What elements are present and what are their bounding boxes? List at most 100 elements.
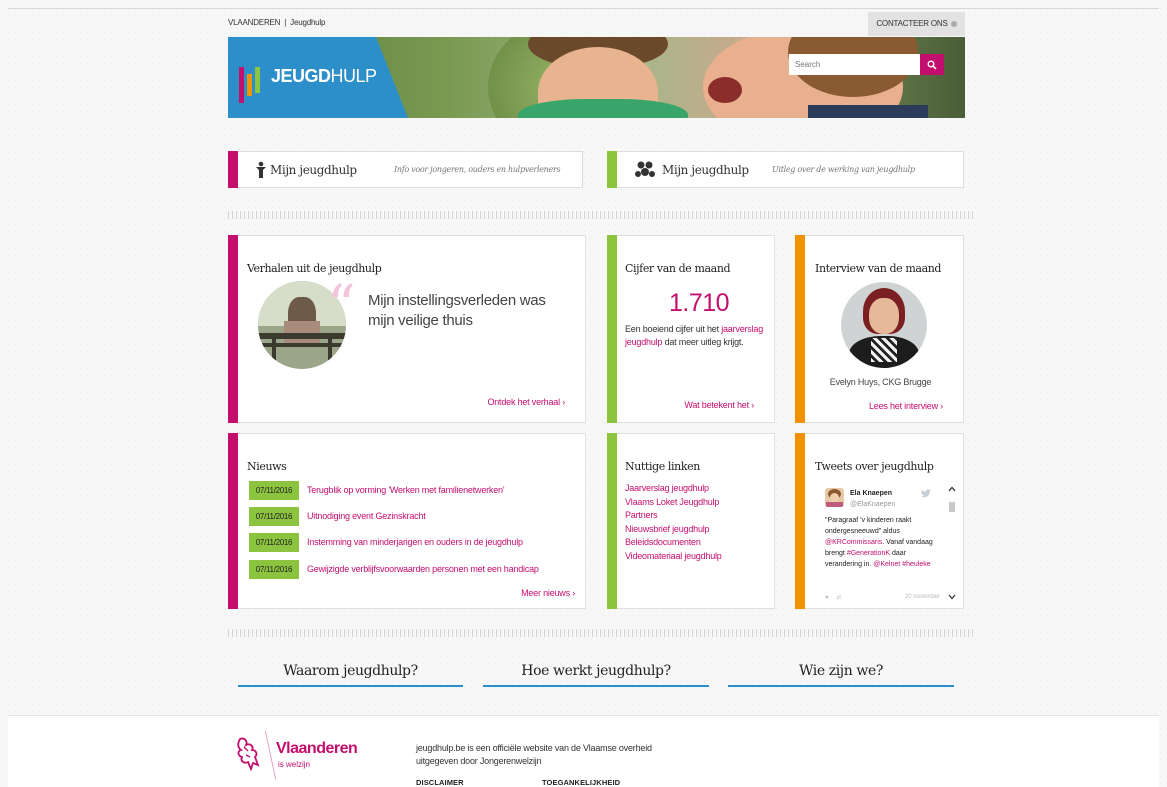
news-title[interactable]: Instemming van minderjarigen en ouders i… (307, 537, 523, 547)
card-title: Verhalen uit de jeugdhulp (247, 262, 382, 275)
news-title[interactable]: Terugblik op vorming 'Werken met familie… (307, 485, 505, 495)
promo-desc: Uitleg over de werking van jeugdhulp (772, 165, 915, 174)
tweet-date[interactable]: 20 november (905, 594, 940, 600)
search-button[interactable] (920, 54, 944, 75)
person-icon (256, 161, 266, 178)
accessibility-link[interactable]: TOEGANKELIJKHEID (542, 778, 620, 787)
card-accent (607, 433, 617, 609)
tweet-hashtag[interactable]: #GenerationK (847, 550, 890, 557)
search-form (789, 54, 944, 75)
useful-link[interactable]: Videomateriaal jeugdhulp (625, 550, 722, 564)
tweet-author[interactable]: Ela Knaepen (850, 490, 892, 497)
footer-info: jeugdhulp.be is een officiële website va… (416, 743, 652, 766)
breadcrumb-home[interactable]: VLAANDEREN (228, 18, 280, 27)
card-accent (607, 235, 617, 423)
news-date: 07/11/2016 (249, 507, 299, 526)
card-cijfer: Cijfer van de maand 1.710 Een boeiend ci… (607, 235, 775, 423)
card-accent (795, 433, 805, 609)
heart-icon[interactable]: ♥ (825, 595, 829, 601)
card-title: Nuttige linken (625, 460, 700, 473)
breadcrumb: VLAANDEREN | Jeugdhulp (228, 18, 325, 27)
search-icon (927, 60, 937, 70)
interview-caption: Evelyn Huys, CKG Brugge (829, 377, 932, 387)
useful-link[interactable]: Vlaams Loket Jeugdhulp (625, 496, 722, 510)
divider-stitch (228, 629, 973, 637)
scrollbar-thumb[interactable] (949, 502, 955, 512)
figure-description: Een boeiend cijfer uit het jaarverslag j… (625, 324, 764, 347)
retweet-icon[interactable]: ⇄ (836, 595, 841, 601)
disclaimer-link[interactable]: DISCLAIMER (416, 778, 464, 787)
logo-text: JEUGDHULP (271, 66, 377, 86)
card-title: Tweets over jeugdhulp (815, 460, 934, 473)
card-title: Nieuws (247, 460, 287, 473)
promo-desc: Info voor jongeren, ouders en hulpverlen… (394, 165, 561, 174)
breadcrumb-current[interactable]: Jeugdhulp (290, 18, 325, 27)
useful-link[interactable]: Jaarverslag jeugdhulp (625, 482, 722, 496)
top-divider (8, 8, 1159, 9)
vlaanderen-tagline: is welzijn (278, 760, 311, 769)
news-title[interactable]: Uitnodiging event Gezinskracht (307, 511, 426, 521)
useful-link[interactable]: Partners (625, 509, 722, 523)
tweet-avatar[interactable] (825, 488, 844, 507)
news-title[interactable]: Gewijzigde verblijfsvoorwaarden personen… (307, 564, 539, 574)
divider-stitch (228, 211, 973, 219)
header-banner: JEUGDHULP (228, 37, 965, 118)
link-wie-zijn-we[interactable]: Wie zijn we? (728, 663, 954, 687)
tweet-mention[interactable]: @KRCommissaris (825, 539, 882, 546)
link-hoe-werkt[interactable]: Hoe werkt jeugdhulp? (483, 663, 709, 687)
tweet-handle[interactable]: @ElaKnaepen (850, 501, 895, 508)
interview-link[interactable]: Lees het interview › (869, 401, 943, 411)
banner-photo-child-2-shirt (808, 105, 928, 118)
story-link[interactable]: Ontdek het verhaal › (487, 397, 565, 407)
banner-photo-child-1-shirt (518, 99, 688, 118)
news-date: 07/11/2016 (249, 560, 299, 579)
twitter-timeline[interactable]: Ela Knaepen @ElaKnaepen "Paragraaf 'v ki… (819, 480, 961, 610)
figure-number: 1.710 (669, 289, 730, 317)
logo-bar (247, 74, 252, 96)
promo-accent (607, 151, 617, 188)
chevron-down-icon[interactable] (948, 594, 956, 600)
vlaanderen-lion-icon[interactable] (234, 735, 264, 771)
card-accent (228, 235, 238, 423)
contact-label: CONTACTEER ONS (876, 19, 948, 28)
quote-icon: “ (327, 274, 356, 339)
tweet-hashtag[interactable]: #heuleke (902, 561, 930, 568)
useful-link[interactable]: Nieuwsbrief jeugdhulp (625, 523, 722, 537)
more-news-link[interactable]: Meer nieuws › (521, 588, 575, 598)
card-title: Cijfer van de maand (625, 262, 731, 275)
card-interview: Interview van de maand Evelyn Huys, CKG … (795, 235, 964, 423)
useful-link[interactable]: Beleidsdocumenten (625, 536, 722, 550)
promo-accent (228, 151, 238, 188)
twitter-bird-icon (921, 489, 931, 498)
promo-title: Mijn jeugdhulp (662, 163, 749, 177)
logo-panel[interactable]: JEUGDHULP (228, 37, 408, 118)
top-bar: VLAANDEREN | Jeugdhulp CONTACTEER ONS (228, 12, 965, 36)
timeline-scrollbar[interactable] (947, 486, 957, 606)
tweet-mention[interactable]: @Kelnet (873, 561, 900, 568)
card-tweets: Tweets over jeugdhulp Ela Knaepen @ElaKn… (795, 433, 964, 609)
promo-title: Mijn jeugdhulp (270, 163, 357, 177)
footer: Vlaanderen is welzijn jeugdhulp.be is ee… (8, 715, 1159, 787)
card-nieuws: Nieuws 07/11/2016 Terugblik op vorming '… (228, 433, 586, 609)
promo-mijn-jeugdhulp-2[interactable]: Mijn jeugdhulp Uitleg over de werking va… (607, 151, 964, 188)
vlaanderen-brand[interactable]: Vlaanderen (276, 740, 358, 758)
contact-icon (950, 20, 957, 27)
card-links: Nuttige linken Jaarverslag jeugdhulp Vla… (607, 433, 775, 609)
promo-mijn-jeugdhulp-1[interactable]: Mijn jeugdhulp Info voor jongeren, ouder… (228, 151, 583, 188)
card-title: Interview van de maand (815, 262, 942, 275)
tweet-footer: ♥ ⇄ 20 november (825, 594, 940, 601)
link-waarom[interactable]: Waarom jeugdhulp? (238, 663, 463, 687)
news-date: 07/11/2016 (249, 481, 299, 500)
banner-photo-child-2-mouth (708, 77, 742, 103)
logo-bar (239, 67, 244, 103)
figure-link[interactable]: Wat betekent het › (684, 400, 754, 410)
story-quote: Mijn instellingsverleden was mijn veilig… (368, 292, 546, 329)
search-input[interactable] (789, 54, 920, 75)
card-accent (795, 235, 805, 423)
interview-photo[interactable] (841, 282, 927, 368)
useful-links-list: Jaarverslag jeugdhulp Vlaams Loket Jeugd… (625, 482, 722, 563)
group-icon (635, 161, 655, 177)
breadcrumb-separator: | (284, 18, 287, 27)
contact-button[interactable]: CONTACTEER ONS (868, 12, 965, 36)
chevron-up-icon[interactable] (948, 486, 956, 492)
